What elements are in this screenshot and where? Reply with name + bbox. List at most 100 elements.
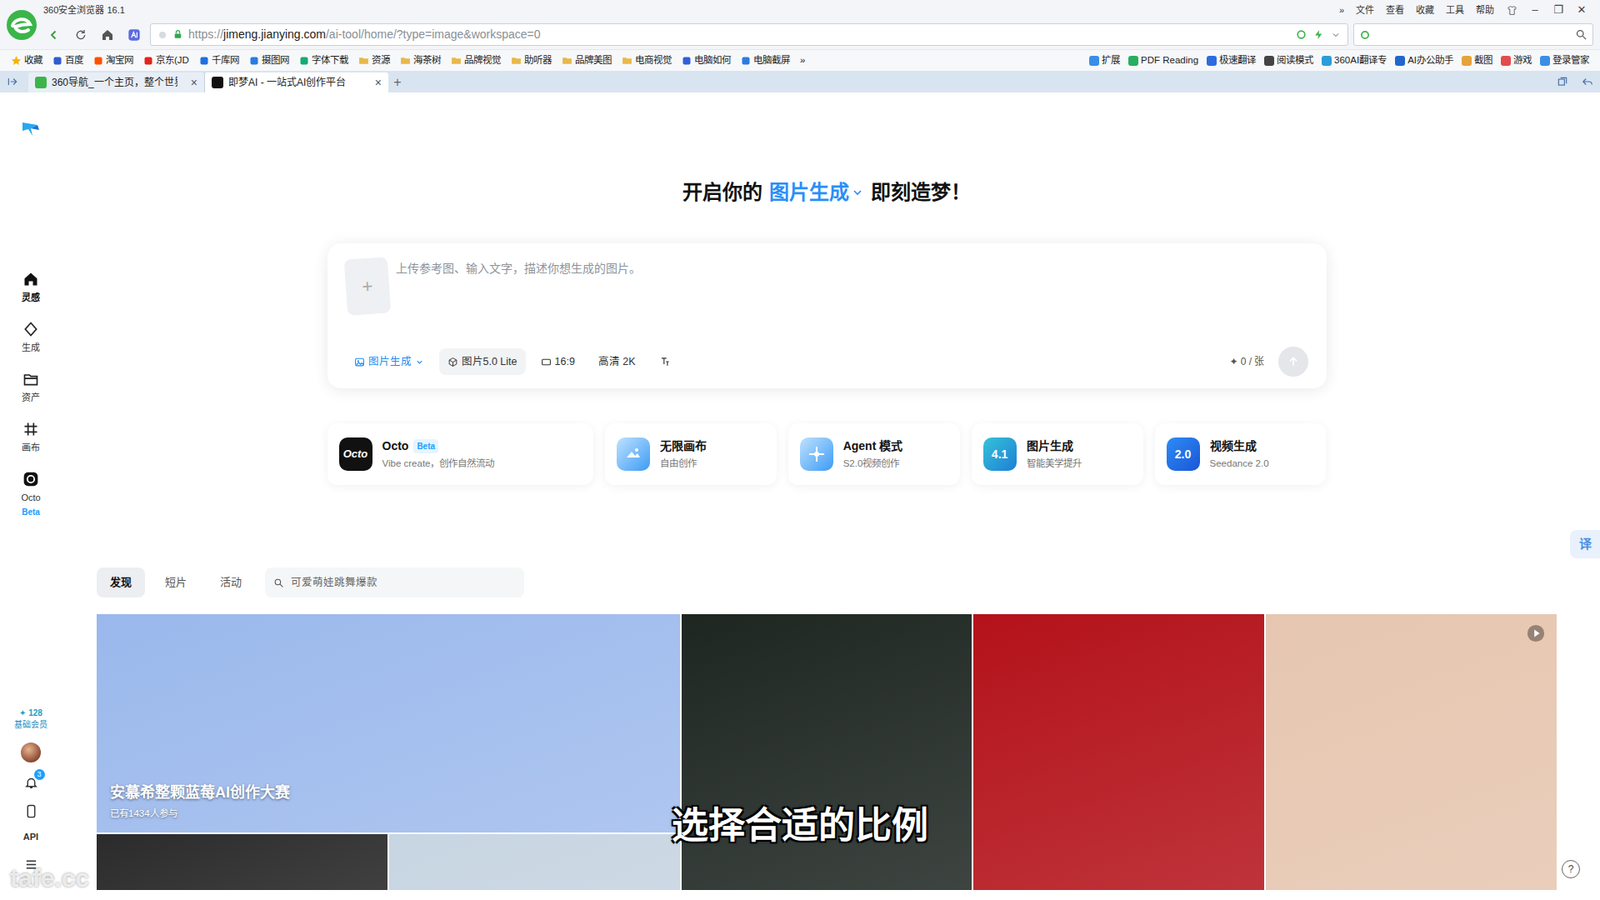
more-button[interactable]: » [1333,3,1350,18]
browser-tab[interactable]: 360导航_一个主页，整个世界× [28,72,205,93]
feed-card[interactable] [1265,614,1557,890]
menu-item[interactable]: 帮助 [1470,3,1500,18]
sidebar-item[interactable]: 灵感 [7,267,55,310]
prompt-tool[interactable]: 16:9 [532,348,584,376]
browser-logo-icon [5,8,39,42]
skin-button[interactable] [1500,1,1524,19]
folder-icon [561,55,573,66]
bookmark-item[interactable]: 海茶树 [395,53,445,68]
prompt-tool[interactable]: 图片生成 [345,348,433,376]
bookmark-item[interactable]: 摄图网 [245,53,294,68]
bookmark-item[interactable]: 百度 [48,53,88,68]
sidebar-toggle[interactable] [6,70,29,93]
feed-card[interactable]: 安慕希整颗蓝莓AI创作大赛已有1434人参与 [96,614,680,833]
bookmark-item[interactable]: 千库网 [195,53,244,68]
shortcut-card[interactable]: 4.1图片生成智能美学提升 [971,423,1144,485]
feed-card[interactable] [681,614,973,890]
bookmark-item[interactable]: 字体下载 [295,53,353,68]
bookmark-item[interactable]: 电商视觉 [617,53,676,68]
shortcut-card[interactable]: OctoOctoBetaVibe create，创作自然流动 [327,423,594,485]
sidebar-item[interactable]: 生成 [7,317,55,360]
toolbar-item[interactable]: 扩展 [1085,53,1125,68]
feed-card[interactable] [389,834,680,890]
beta-badge: Beta [413,439,439,454]
bookmark-item[interactable]: 品牌视觉 [446,53,505,68]
shortcut-card[interactable]: 2.0视频生成Seedance 2.0 [1155,423,1327,485]
sidebar-item[interactable]: OctoBeta [7,467,55,517]
ai-button[interactable] [123,24,145,46]
bookmark-item[interactable]: 资源 [354,53,395,68]
tab-close-button[interactable]: × [366,74,382,92]
bookmark-item[interactable]: 助听器 [506,53,556,68]
prompt-input[interactable] [389,258,1309,309]
feed-card[interactable] [973,614,1265,890]
home-button[interactable] [96,24,119,46]
window-control[interactable]: ❐ [1546,1,1570,19]
mode-switch[interactable]: 图片生成 [769,179,865,206]
credits[interactable]: ✦ 128基础会员 [14,707,48,731]
bookmark-item[interactable]: 收藏 [6,53,47,68]
user-avatar[interactable] [20,742,41,763]
help-button[interactable]: ? [1561,860,1580,879]
bookmark-item[interactable]: 品牌美图 [557,53,616,68]
feed-tab[interactable]: 短片 [151,567,200,598]
text-format-icon [659,355,671,368]
bookmark-item[interactable]: 京东(JD [139,53,194,68]
menu-item[interactable]: 文件 [1350,3,1380,18]
bookmark-more[interactable]: » [795,53,810,68]
browser-tab[interactable]: 即梦AI - 一站式AI创作平台× [205,72,389,93]
sidebar: 灵感生成资产画布 OctoBeta ✦ 128基础会员 3 API [0,92,62,890]
mobile-button[interactable] [24,802,39,820]
text-format-button[interactable] [650,350,680,374]
toolbar-item[interactable]: 阅读模式 [1260,53,1318,68]
sidebar-item[interactable]: 画布 [7,417,55,460]
app-logo[interactable] [20,117,41,138]
undo-icon [1581,75,1594,88]
feed-tab[interactable]: 活动 [206,567,255,598]
prompt-tool[interactable]: 图片5.0 Lite [439,348,526,376]
toolbar-item[interactable]: 登录管家 [1535,53,1594,68]
bookmark-item[interactable]: 电脑如何 [677,53,735,68]
menu-item[interactable]: 收藏 [1410,3,1440,18]
watermark: tafe.cc [10,859,90,897]
send-button[interactable] [1278,346,1309,377]
site-icon [681,55,692,66]
feed-card[interactable] [96,834,388,890]
search-box[interactable] [1353,23,1594,46]
upload-button[interactable]: + [343,256,391,315]
feed-tab[interactable]: 发现 [96,567,145,598]
site-icon [740,55,751,66]
translate-button[interactable]: 译 [1570,530,1600,559]
feed-search-input[interactable] [289,574,516,592]
video-subtitle: 选择合适的比例 [0,798,1600,854]
prompt-tool[interactable]: 高清 2K [590,348,645,376]
bookmark-item[interactable]: 淘宝网 [89,53,138,68]
window-control[interactable]: – [1523,1,1547,19]
shortcut-card[interactable]: Agent 模式S2.0视频创作 [788,423,960,485]
notification-badge: 3 [34,769,45,780]
feed-search [265,567,525,598]
image-icon: 4.1 [983,437,1017,471]
toolbar-item[interactable]: 极速翻译 [1202,53,1260,68]
address-bar[interactable]: https://jimeng.jianying.com/ai-tool/home… [150,23,1349,46]
toolbar-item[interactable]: AI办公助手 [1390,53,1458,68]
notifications-button[interactable]: 3 [24,774,39,791]
shortcut-card[interactable]: 无限画布自由创作 [605,423,777,485]
agent-icon [800,437,834,471]
play-button[interactable] [1526,624,1545,643]
toolbar-item[interactable]: 360AI翻译专 [1317,53,1391,68]
tab-close-button[interactable]: × [182,74,198,92]
toolbar-item[interactable]: 截图 [1457,53,1497,68]
menu-item[interactable]: 查看 [1380,3,1410,18]
new-tab-button[interactable]: + [388,72,407,93]
refresh-button[interactable] [70,24,92,46]
toolbar-item[interactable]: 游戏 [1496,53,1536,68]
window-control[interactable]: ✕ [1570,1,1594,19]
bookmark-item[interactable]: 电脑截屏 [736,53,795,68]
menu-item[interactable]: 工具 [1440,3,1470,18]
api-link[interactable]: API [23,830,39,845]
sidebar-item[interactable]: 资产 [7,367,55,410]
toolbar-item[interactable]: PDF Reading [1124,53,1203,68]
back-button[interactable] [43,24,65,46]
magnifier-icon [273,577,285,589]
